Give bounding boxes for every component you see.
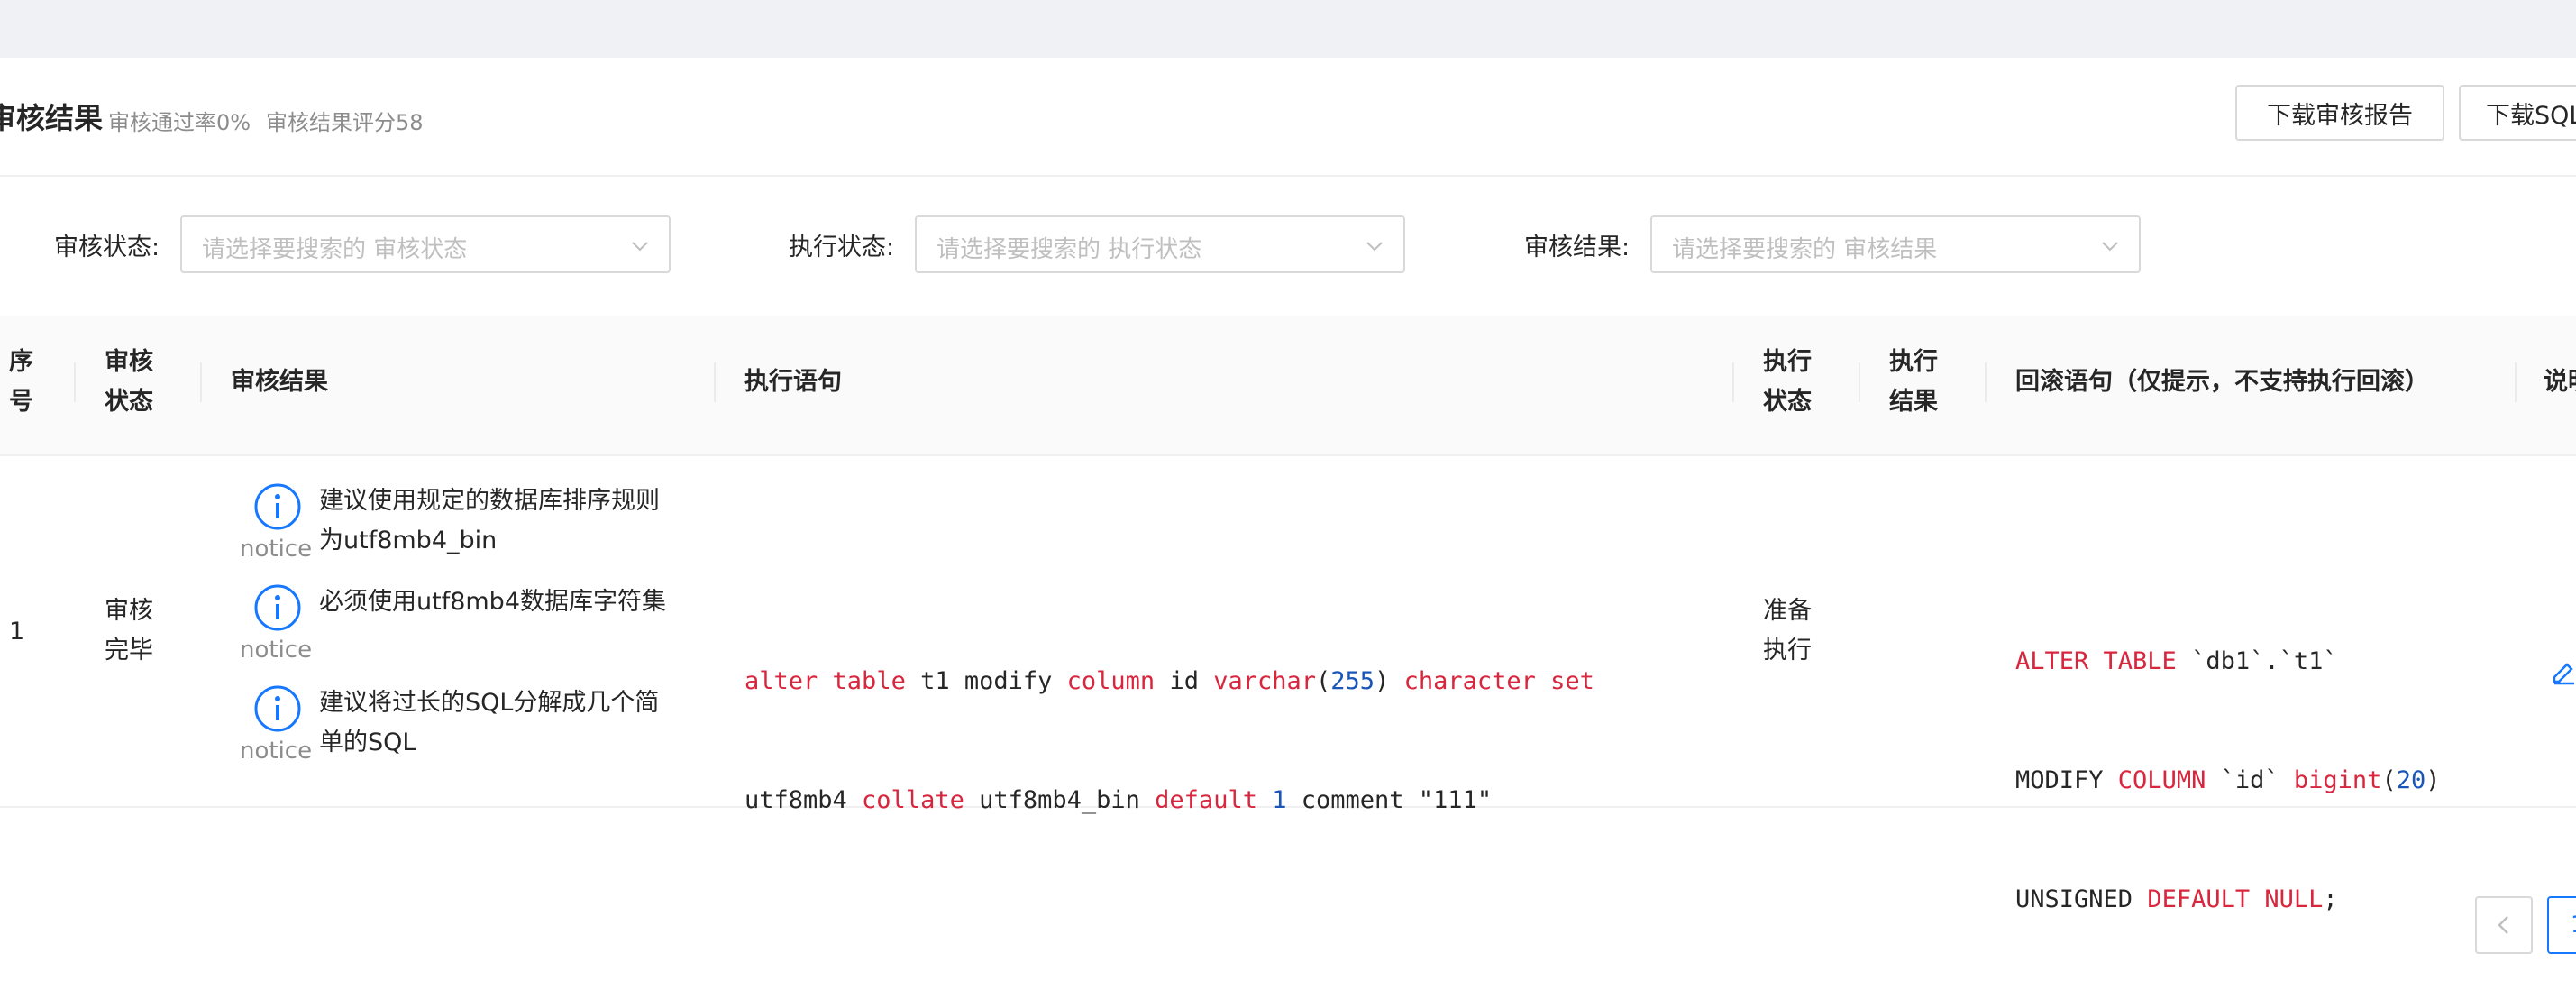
chevron-left-icon <box>2498 916 2508 934</box>
table-header: 序号 审核 状态 审核结果 执行语句 执行 状态 执行 结果 回滚语句（仅提示，不支持… <box>0 316 2576 456</box>
notice-level: notice <box>240 637 313 664</box>
col-index: 序号 <box>9 348 33 416</box>
rollback-line-2: MODIFY COLUMN `id` bigint(20) <box>2015 766 2441 794</box>
col-audit-status: 审核 状态 <box>105 348 153 416</box>
page-title: 审核结果 <box>0 101 104 135</box>
audit-result-select[interactable]: 请选择要搜索的 审核结果 <box>1650 215 2141 273</box>
audit-notice-item: notice 建议使用规定的数据库排序规则 为utf8mb4_bin <box>236 481 678 581</box>
audit-result-placeholder: 请选择要搜索的 审核结果 <box>1672 236 1938 263</box>
download-report-button[interactable]: 下载审核报告 <box>2235 85 2444 141</box>
edit-icon[interactable] <box>2551 660 2576 685</box>
exec-status-filter-label: 执行状态: <box>789 234 895 261</box>
audit-result-card: 审核结果 审核通过率0% 审核结果评分58 下载审核报告 下载SQL 审核状态:… <box>0 58 2576 954</box>
audit-score: 审核结果评分58 <box>266 110 424 135</box>
chevron-down-icon <box>1366 242 1383 252</box>
exec-sql-line-2: utf8mb4 collate utf8mb4_bin default 1 co… <box>744 786 1493 814</box>
page-1-button[interactable]: 1 <box>2547 896 2576 954</box>
chevron-down-icon <box>632 242 648 252</box>
audit-notice-item: notice 必须使用utf8mb4数据库字符集 <box>236 582 678 682</box>
exec-sql: alter table t1 modify column id varchar(… <box>744 582 1594 900</box>
audit-status-select[interactable]: 请选择要搜索的 审核状态 <box>180 215 671 273</box>
download-sql-button[interactable]: 下载SQL <box>2459 85 2576 141</box>
chevron-down-icon <box>2102 242 2118 252</box>
prev-page-button[interactable] <box>2475 896 2533 954</box>
pass-rate: 审核通过率0% <box>108 110 251 135</box>
exec-status-select[interactable]: 请选择要搜索的 执行状态 <box>915 215 1405 273</box>
exec-sql-line-1: alter table t1 modify column id varchar(… <box>744 667 1594 695</box>
audit-status-filter-label: 审核状态: <box>54 234 160 261</box>
info-circle-icon <box>254 685 301 732</box>
info-circle-icon <box>254 483 301 530</box>
notice-text: 必须使用utf8mb4数据库字符集 <box>319 588 667 616</box>
col-exec-sql: 执行语句 <box>744 368 842 396</box>
col-exec-status: 执行 状态 <box>1763 348 1812 416</box>
exec-status-placeholder: 请选择要搜索的 执行状态 <box>936 236 1202 263</box>
col-rollback: 回滚语句（仅提示，不支持执行回滚） <box>2015 368 2429 396</box>
notice-text: 建议使用规定的数据库排序规则 为utf8mb4_bin <box>319 487 660 554</box>
notice-text: 建议将过长的SQL分解成几个简 单的SQL <box>319 689 660 756</box>
row-index: 1 <box>9 618 25 646</box>
col-desc: 说明 <box>2544 368 2576 396</box>
col-exec-result: 执行 结果 <box>1889 348 1938 416</box>
col-audit-result: 审核结果 <box>231 368 328 396</box>
audit-result-filter-label: 审核结果: <box>1524 234 1631 261</box>
table-row: 1 审核 完毕 notice 建议使用规定的数据库排序规则 为utf8mb4_bin… <box>0 454 2576 913</box>
rollback-line-1: ALTER TABLE `db1`.`t1` <box>2015 647 2338 675</box>
top-strip <box>0 0 2576 58</box>
rollback-line-3: UNSIGNED DEFAULT NULL; <box>2015 885 2338 913</box>
rollback-sql: ALTER TABLE `db1`.`t1` MODIFY COLUMN `id… <box>2015 563 2440 999</box>
audit-notice-item: notice 建议将过长的SQL分解成几个简 单的SQL <box>236 683 678 783</box>
notice-level: notice <box>240 738 313 765</box>
result-header: 审核结果 审核通过率0% 审核结果评分58 下载审核报告 下载SQL <box>0 58 2576 177</box>
row-exec-status: 准备 执行 <box>1763 597 1812 664</box>
row-audit-status: 审核 完毕 <box>105 597 153 664</box>
info-circle-icon <box>254 584 301 631</box>
notice-level: notice <box>240 536 313 563</box>
audit-status-placeholder: 请选择要搜索的 审核状态 <box>202 236 468 263</box>
